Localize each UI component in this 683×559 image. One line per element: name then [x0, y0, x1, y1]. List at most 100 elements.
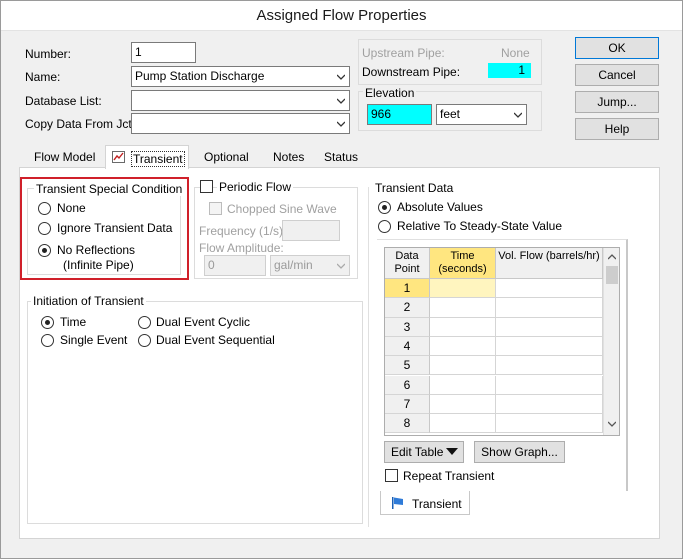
- row-header[interactable]: 3: [385, 317, 430, 337]
- chevron-down-icon: [337, 263, 345, 269]
- chopped-sine-label: Chopped Sine Wave: [227, 202, 337, 216]
- radio-time-label: Time: [60, 315, 87, 329]
- time-cell[interactable]: [430, 279, 496, 299]
- radio-single-event[interactable]: [41, 334, 54, 347]
- radio-single-event-label: Single Event: [60, 333, 128, 347]
- database-list-select[interactable]: [131, 90, 350, 111]
- name-combo-value: Pump Station Discharge: [135, 69, 265, 83]
- row-header[interactable]: 7: [385, 394, 430, 415]
- radio-absolute-values-label: Absolute Values: [397, 200, 483, 214]
- periodic-flow-label: Periodic Flow: [217, 180, 294, 194]
- chevron-up-icon[interactable]: [608, 253, 616, 261]
- time-cell[interactable]: [430, 356, 496, 376]
- tab-transient[interactable]: Transient: [105, 145, 189, 169]
- vol-flow-cell[interactable]: [496, 298, 603, 318]
- upstream-pipe-label: Upstream Pipe:: [362, 46, 445, 60]
- chevron-down-icon: [514, 112, 522, 118]
- row-header[interactable]: 5: [385, 356, 430, 376]
- jump-button[interactable]: Jump...: [575, 91, 659, 113]
- frequency-label: Frequency (1/s):: [199, 224, 287, 238]
- radio-relative-steady-state[interactable]: [378, 220, 391, 233]
- radio-no-reflections[interactable]: [38, 244, 51, 257]
- tab-optional[interactable]: Optional: [204, 150, 249, 164]
- vol-flow-cell[interactable]: [496, 279, 603, 299]
- initiation-title: Initiation of Transient: [31, 294, 146, 308]
- triangle-down-icon: [446, 448, 458, 455]
- vol-flow-cell[interactable]: [496, 414, 603, 434]
- row-header[interactable]: 1: [385, 279, 430, 299]
- elevation-unit-select[interactable]: feet: [436, 104, 527, 125]
- time-cell[interactable]: [430, 414, 496, 434]
- elevation-input[interactable]: 966: [367, 104, 432, 125]
- flow-amplitude-input[interactable]: 0: [204, 255, 266, 276]
- help-button[interactable]: Help: [575, 118, 659, 140]
- radio-absolute-values[interactable]: [378, 201, 391, 214]
- radio-ignore-transient[interactable]: [38, 222, 51, 235]
- scrollbar-thumb[interactable]: [606, 266, 618, 284]
- chevron-down-icon: [337, 98, 345, 104]
- tab-status[interactable]: Status: [324, 150, 358, 164]
- flow-amplitude-unit-select[interactable]: gal/min: [270, 255, 350, 276]
- time-cell[interactable]: [430, 298, 496, 318]
- table-row: 8: [385, 414, 603, 434]
- repeat-transient-checkbox[interactable]: [385, 469, 398, 482]
- chopped-sine-checkbox[interactable]: [209, 202, 222, 215]
- radio-none[interactable]: [38, 202, 51, 215]
- row-header[interactable]: 4: [385, 336, 430, 357]
- vol-flow-cell[interactable]: [496, 336, 603, 357]
- row-header[interactable]: 8: [385, 414, 430, 434]
- vol-flow-cell[interactable]: [496, 317, 603, 337]
- vol-flow-cell[interactable]: [496, 375, 603, 395]
- time-cell[interactable]: [430, 394, 496, 415]
- radio-dual-event-sequential-label: Dual Event Sequential: [156, 333, 275, 347]
- elevation-unit-value: feet: [440, 107, 461, 121]
- radio-ignore-transient-label: Ignore Transient Data: [57, 221, 173, 235]
- chevron-down-icon[interactable]: [608, 420, 616, 428]
- periodic-flow-checkbox[interactable]: [200, 180, 213, 193]
- row-header[interactable]: 6: [385, 375, 430, 395]
- repeat-transient-label: Repeat Transient: [403, 469, 495, 483]
- edit-table-label: Edit Table: [391, 445, 444, 459]
- copy-data-label: Copy Data From Jct...: [25, 117, 142, 131]
- radio-no-reflections-sublabel: (Infinite Pipe): [63, 258, 134, 272]
- frequency-input[interactable]: [282, 220, 340, 241]
- column-header-vol-flow[interactable]: Vol. Flow (barrels/hr): [496, 248, 603, 279]
- copy-data-select[interactable]: [131, 113, 350, 134]
- number-input[interactable]: 1: [131, 42, 196, 63]
- number-label: Number:: [25, 47, 72, 61]
- tab-notes[interactable]: Notes: [273, 150, 304, 164]
- downstream-pipe-label: Downstream Pipe:: [362, 65, 461, 79]
- tab-flow-model[interactable]: Flow Model: [34, 150, 95, 164]
- flow-amplitude-label: Flow Amplitude:: [199, 241, 284, 255]
- column-header-time[interactable]: Time (seconds): [430, 248, 496, 279]
- flow-amplitude-unit-value: gal/min: [274, 258, 313, 272]
- radio-dual-event-sequential[interactable]: [138, 334, 151, 347]
- upstream-pipe-value: None: [501, 46, 530, 60]
- tab-transient-label: Transient: [131, 151, 185, 167]
- name-combo[interactable]: Pump Station Discharge: [131, 66, 350, 87]
- radio-relative-steady-state-label: Relative To Steady-State Value: [397, 219, 562, 233]
- column-header-data-point[interactable]: Data Point: [385, 248, 430, 279]
- downstream-pipe-value[interactable]: 1: [488, 63, 531, 78]
- edit-table-button[interactable]: Edit Table: [384, 441, 464, 463]
- vertical-scrollbar[interactable]: [603, 248, 619, 435]
- show-graph-button[interactable]: Show Graph...: [474, 441, 565, 463]
- radio-time[interactable]: [41, 316, 54, 329]
- vol-flow-cell[interactable]: [496, 356, 603, 376]
- table-row: 1: [385, 279, 603, 299]
- time-cell[interactable]: [430, 317, 496, 337]
- chevron-down-icon: [337, 121, 345, 127]
- row-header[interactable]: 2: [385, 298, 430, 318]
- transient-special-title: Transient Special Condition: [34, 182, 185, 196]
- flag-icon: [392, 497, 403, 509]
- bottom-tab-transient[interactable]: Transient: [380, 491, 470, 515]
- cancel-button[interactable]: Cancel: [575, 64, 659, 86]
- time-cell[interactable]: [430, 336, 496, 357]
- time-cell[interactable]: [430, 375, 496, 395]
- vol-flow-cell[interactable]: [496, 394, 603, 415]
- chart-icon: [112, 151, 125, 163]
- table-row: 3: [385, 317, 603, 337]
- ok-button[interactable]: OK: [575, 37, 659, 59]
- radio-dual-event-cyclic[interactable]: [138, 316, 151, 329]
- transient-data-table[interactable]: Data Point Time (seconds) Vol. Flow (bar…: [384, 247, 620, 436]
